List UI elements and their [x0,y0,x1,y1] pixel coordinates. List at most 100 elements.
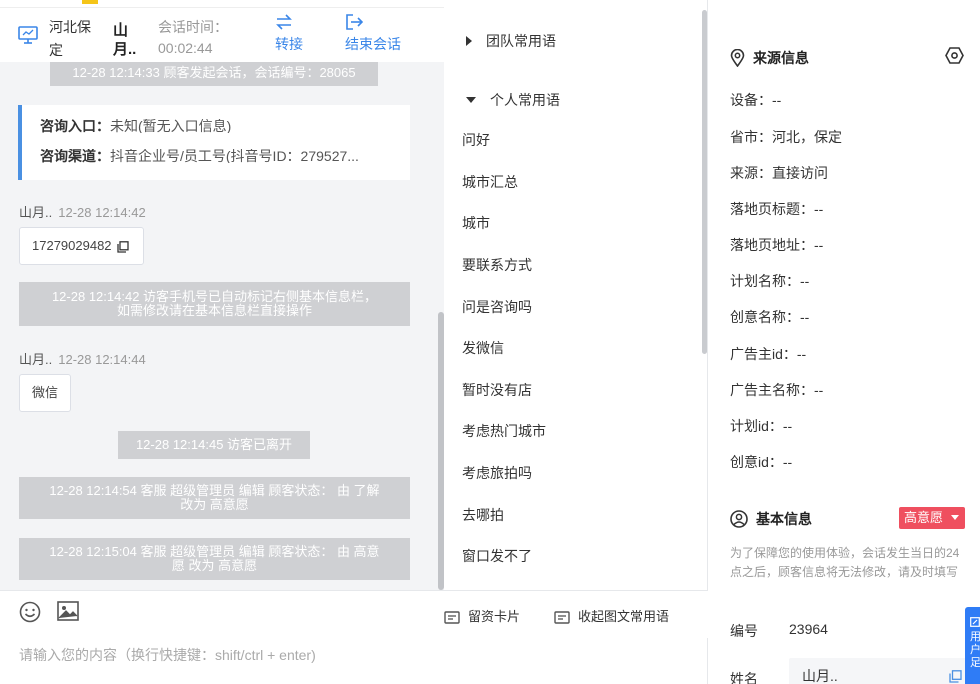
basic-info-title: 基本信息 [730,509,812,529]
visitor-info-panel: 来源信息 设备：-- 省市：河北，保定 来源：直接访问 落地页标题：-- 落地页… [708,0,980,684]
message-time: 12-28 12:14:42 [58,205,146,220]
source-row-creative-name: 创意名称：-- [730,309,810,325]
phrase-item[interactable]: 去哪拍 [462,505,504,525]
end-session-button[interactable]: 结束会话 [345,14,401,54]
phrase-item[interactable]: 城市汇总 [462,172,518,192]
section-title-text: 基本信息 [756,511,812,527]
phrase-panel: 团队常用语 个人常用语 问好 城市汇总 城市 要联系方式 问是咨询吗 发微信 暂… [444,0,708,684]
source-row-plan-id: 计划id：-- [730,418,793,434]
transfer-button[interactable]: 转接 [275,14,303,54]
source-info-title: 来源信息 [730,48,809,68]
copy-icon[interactable] [117,240,129,253]
chat-workspace: 河北保定 山月.. 会话时间： 00:02:44 转接 结束会话 12-28 1… [0,0,980,684]
composer: 请输入您的内容（换行快捷键：shift/ctrl + enter) [0,590,444,684]
message-list[interactable]: 12-28 12:14:33 顾客发起会话，会话编号：28065 咨询入口：未知… [0,62,444,590]
user-circle-icon [730,509,748,528]
source-row-device: 设备：-- [730,92,782,108]
transfer-label: 转接 [275,36,303,52]
phrase-item[interactable]: 发微信 [462,338,504,358]
intent-status-dropdown[interactable]: 高意愿 [899,507,965,529]
message-meta: 山月.. 12-28 12:14:42 [19,202,146,221]
source-row-region: 省市：河北，保定 [730,129,842,145]
copy-icon[interactable] [949,670,962,683]
end-session-label: 结束会话 [345,36,401,52]
top-strip-marker [82,0,98,4]
personal-phrases-group[interactable]: 个人常用语 [466,90,560,110]
name-field[interactable]: 山月.. [789,658,967,684]
sender-name: 山月.. [19,205,53,220]
message-meta: 山月.. 12-28 12:14:44 [19,349,146,368]
phrase-item[interactable]: 考虑旅拍吗 [462,463,532,483]
phrase-item[interactable]: 窗口发不了 [462,546,532,566]
location-icon [730,48,745,68]
phrase-footer: 留资卡片 收起图文常用语 [444,590,708,638]
phrase-item[interactable]: 暂时没有店 [462,380,532,400]
caret-down-icon [466,97,476,104]
channel-row: 咨询渠道：抖音企业号/员工号(抖音号ID：279527... [40,149,400,163]
phrase-item[interactable]: 问是咨询吗 [462,297,532,317]
top-strip [0,0,444,8]
edit-notice: 为了保障您的使用体验，会话发生当日的24点之后，顾客信息将无法修改，请及时填写 [730,546,960,579]
message-icon [554,610,570,624]
group-label: 团队常用语 [486,33,556,49]
collapse-phrases-label: 收起图文常用语 [578,609,670,624]
chat-header: 河北保定 山月.. 会话时间： 00:02:44 转接 结束会话 [0,8,444,62]
exit-icon [346,14,363,30]
system-message: 12-28 12:14:45 访客已离开 [118,431,310,459]
team-phrases-group[interactable]: 团队常用语 [466,31,556,51]
source-row-landing-url: 落地页地址：-- [730,237,824,253]
message-text: 17279029482 [32,238,112,253]
system-message-line: 愿 改为 高意愿 [171,558,258,573]
visitor-name: 山月.. [113,22,137,58]
visitor-location: 河北保定 [49,19,91,58]
name-label: 姓名 [730,671,758,684]
image-icon[interactable] [57,601,79,621]
smile-icon[interactable] [19,601,41,623]
name-value: 山月.. [802,668,838,684]
id-label: 编号 [730,623,758,639]
collapse-phrases-button[interactable]: 收起图文常用语 [554,606,669,625]
message-input[interactable]: 请输入您的内容（换行快捷键：shift/ctrl + enter) [19,645,316,665]
edit-icon [970,617,980,627]
transfer-icon [276,14,292,30]
system-message-line: 12-28 12:15:04 客服 超级管理员 编辑 顾客状态： 由 高意 [49,544,380,559]
channel-label: 咨询渠道： [40,149,110,163]
caret-right-icon [466,36,472,47]
entry-value: 未知(暂无入口信息) [110,119,232,133]
system-message-line: 12-28 12:14:42 访客手机号已自动标记右侧基本信息栏， [51,289,378,304]
lead-card-button[interactable]: 留资卡片 [444,606,520,625]
source-row-advertiser-id: 广告主id：-- [730,346,807,362]
message-time: 12-28 12:14:44 [58,352,146,367]
chat-panel: 河北保定 山月.. 会话时间： 00:02:44 转接 结束会话 12-28 1… [0,0,444,684]
side-tab-label: 用户足 [970,631,980,669]
monitor-icon [18,26,38,44]
channel-value: 抖音企业号/员工号(抖音号ID：279527... [110,149,359,163]
entry-row: 咨询入口：未知(暂无入口信息) [40,119,400,133]
entry-label: 咨询入口： [40,119,110,133]
source-row-landing-title: 落地页标题：-- [730,201,824,217]
caret-down-icon [951,515,959,520]
sender-name: 山月.. [19,352,53,367]
settings-icon[interactable] [945,46,964,65]
lead-card-label: 留资卡片 [468,609,521,624]
floating-side-tab[interactable]: 用户足 [965,607,980,684]
message-bubble[interactable]: 微信 [19,374,72,412]
phrase-item[interactable]: 城市 [462,213,490,233]
phrase-item[interactable]: 考虑热门城市 [462,421,546,441]
phrase-item[interactable]: 问好 [462,130,490,150]
section-title-text: 来源信息 [753,50,809,66]
source-row-creative-id: 创意id：-- [730,454,793,470]
source-row-source: 来源：直接访问 [730,165,828,181]
source-row-advertiser-name: 广告主名称：-- [730,382,824,398]
phrase-scrollbar[interactable] [702,10,707,354]
card-icon [444,610,460,624]
system-message: 12-28 12:14:54 客服 超级管理员 编辑 顾客状态： 由 了解 改为… [19,477,410,519]
intent-status-label: 高意愿 [904,510,944,525]
message-text: 微信 [32,385,59,400]
session-time-label: 会话时间： [158,19,228,35]
source-row-plan-name: 计划名称：-- [730,273,810,289]
system-message: 12-28 12:15:04 客服 超级管理员 编辑 顾客状态： 由 高意 愿 … [19,538,410,580]
entry-info-card: 咨询入口：未知(暂无入口信息) 咨询渠道：抖音企业号/员工号(抖音号ID：279… [18,105,410,180]
phrase-item[interactable]: 要联系方式 [462,255,532,275]
message-bubble[interactable]: 17279029482 [19,227,145,265]
